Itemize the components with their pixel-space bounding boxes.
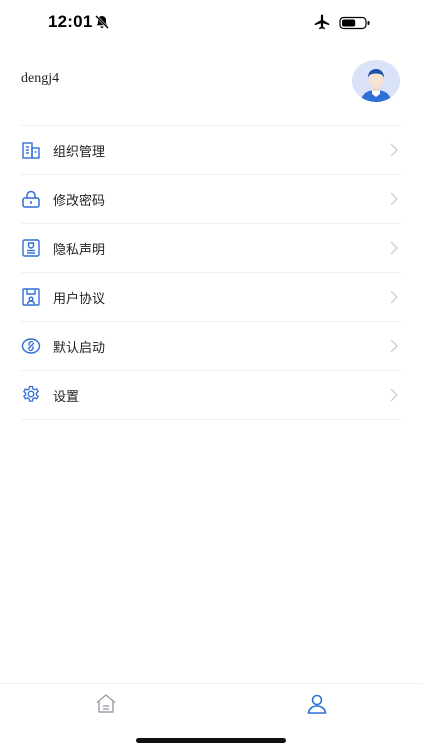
menu-item-label: 用户协议 xyxy=(53,291,106,307)
privacy-document-icon xyxy=(21,238,41,258)
menu-item-label: 默认启动 xyxy=(53,340,106,356)
chevron-right-icon xyxy=(390,143,398,157)
menu-item-user-agreement[interactable]: 用户协议 xyxy=(21,273,401,322)
status-time: 12:01 xyxy=(48,12,93,31)
building-icon xyxy=(21,140,41,160)
settings-menu: 组织管理 修改密码 隐私声明 用户协议 默认启动 设置 xyxy=(21,125,401,420)
chevron-right-icon xyxy=(390,339,398,353)
menu-item-label: 组织管理 xyxy=(53,144,106,160)
menu-item-label: 设置 xyxy=(53,389,80,405)
username: dengj4 xyxy=(21,71,60,86)
airplane-icon xyxy=(314,14,330,30)
user-icon[interactable] xyxy=(305,692,329,716)
profile-screen: 12:01 dengj4 组织管理 修改密码 隐私声明 用户协议 默认启动 设置 xyxy=(0,0,422,750)
home-icon[interactable] xyxy=(94,692,118,716)
menu-item-label: 修改密码 xyxy=(53,193,106,209)
profile-header: dengj4 xyxy=(0,57,422,107)
bell-slash-icon xyxy=(95,15,109,29)
lock-icon xyxy=(21,189,41,209)
menu-item-default-launch[interactable]: 默认启动 xyxy=(21,322,401,371)
menu-item-label: 隐私声明 xyxy=(53,242,106,258)
user-avatar-icon[interactable] xyxy=(352,60,400,102)
menu-item-settings[interactable]: 设置 xyxy=(21,371,401,420)
launch-icon xyxy=(21,336,41,356)
chevron-right-icon xyxy=(390,192,398,206)
status-bar: 12:01 xyxy=(0,0,422,46)
menu-item-organization[interactable]: 组织管理 xyxy=(21,126,401,175)
menu-item-privacy[interactable]: 隐私声明 xyxy=(21,224,401,273)
chevron-right-icon xyxy=(390,290,398,304)
gear-icon xyxy=(21,385,41,405)
battery-icon xyxy=(339,16,370,30)
chevron-right-icon xyxy=(390,388,398,402)
home-indicator xyxy=(136,738,286,743)
menu-item-change-password[interactable]: 修改密码 xyxy=(21,175,401,224)
chevron-right-icon xyxy=(390,241,398,255)
agreement-icon xyxy=(21,287,41,307)
